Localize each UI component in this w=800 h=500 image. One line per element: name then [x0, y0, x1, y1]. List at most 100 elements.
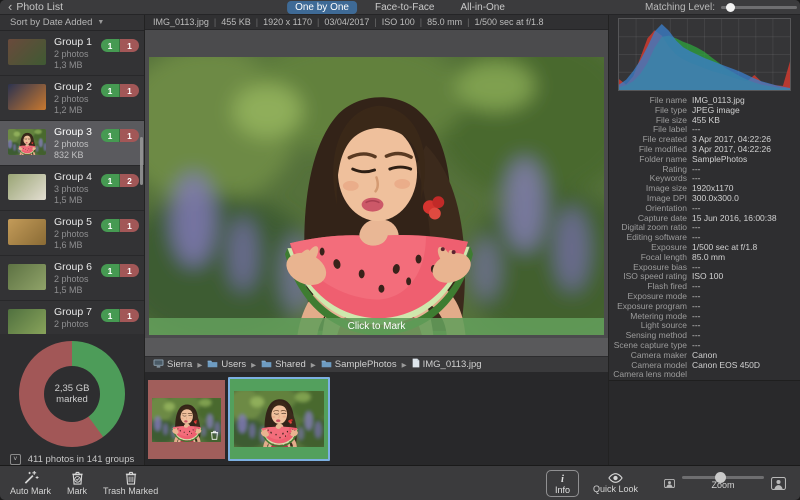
group-row-group-2[interactable]: Group 22 photos 1,2 MB 1 1: [0, 76, 144, 121]
trash-count-badge: 1: [120, 129, 139, 142]
svg-text:i: i: [561, 473, 564, 484]
group-photo-count: 2 photos: [54, 49, 89, 59]
keep-count-badge: 1: [101, 84, 120, 97]
zoom-slider[interactable]: [682, 472, 764, 483]
info-segment: 03/04/2017: [324, 17, 370, 27]
breadcrumb-item-img-0113-jpg[interactable]: IMG_0113.jpg: [412, 358, 482, 371]
info-button[interactable]: i Info: [545, 469, 579, 497]
group-text: Group 62 photos 1,5 MB: [54, 261, 101, 295]
wand-icon: [23, 470, 39, 485]
metadata-label: Camera lens model: [613, 369, 687, 380]
metadata-value: ---: [692, 223, 701, 233]
metadata-value: 3 Apr 2017, 04:22:26: [692, 144, 771, 154]
file-icon: [412, 358, 420, 371]
info-separator: |: [213, 17, 217, 27]
breadcrumb-item-shared[interactable]: Shared: [261, 359, 306, 371]
group-row-group-1[interactable]: Group 12 photos 1,3 MB 1 1: [0, 31, 144, 76]
trash-count-badge: 1: [120, 219, 139, 232]
trash-badge-icon: [210, 430, 219, 440]
metadata-row: Image size 1920x1170: [609, 183, 800, 194]
matching-level-label: Matching Level:: [644, 1, 715, 13]
view-mode-all-in-one[interactable]: All-in-One: [452, 1, 512, 14]
group-thumbnail: [8, 84, 46, 110]
thumbnail-strip: [145, 372, 608, 465]
trash-icon: [124, 470, 138, 485]
info-segment: IMG_0113.jpg: [153, 17, 209, 27]
metadata-value: ---: [692, 164, 701, 174]
group-name: Group 2: [54, 81, 92, 93]
group-row-group-4[interactable]: Group 43 photos 1,5 MB 1 2: [0, 166, 144, 211]
group-row-group-7[interactable]: Group 72 photos 1 1: [0, 301, 144, 334]
zoom-large-image-icon: [771, 476, 786, 490]
info-segment: 85.0 mm: [427, 17, 463, 27]
trash-count-badge: 2: [120, 174, 139, 187]
toolbar-label: Mark: [67, 486, 88, 496]
sort-dropdown[interactable]: Sort by Date Added ▼: [0, 15, 144, 31]
breadcrumb-label: Sierra: [167, 359, 193, 370]
group-thumbnail: [8, 264, 46, 290]
sort-dropdown-label: Sort by Date Added: [10, 17, 93, 28]
breadcrumb-item-sierra[interactable]: Sierra: [153, 358, 193, 371]
keep-count-badge: 1: [101, 129, 120, 142]
view-mode-one-by-one[interactable]: One by One: [287, 0, 357, 14]
info-segment: ISO 100: [381, 17, 415, 27]
zoom-small-image-icon: [664, 478, 675, 488]
back-button[interactable]: ‹ Photo List: [8, 0, 63, 14]
donut-center-label: 2,35 GB marked: [44, 366, 100, 422]
thumbnail-tile-trash[interactable]: [148, 380, 225, 459]
trash-marked-button[interactable]: Trash Marked: [103, 470, 158, 496]
group-size: 1,5 MB: [54, 284, 83, 295]
metadata-value: 1920x1170: [692, 184, 734, 194]
group-photo-count: 2 photos: [54, 139, 89, 149]
keep-count-badge: 1: [101, 309, 120, 322]
trash-count-badge: 1: [120, 264, 139, 277]
preview-pane: IMG_0113.jpg | 455 KB | 1920 x 1170 | 03/04/20…: [145, 15, 608, 465]
info-separator: |: [419, 17, 423, 27]
marked-donut-chart: 2,35 GB marked: [19, 341, 125, 447]
group-badges: 12: [101, 174, 139, 187]
main-photo[interactable]: Click to Mark: [149, 57, 604, 335]
click-to-mark-button[interactable]: Click to Mark: [149, 318, 604, 335]
collapse-checkbox-icon[interactable]: ˅: [9, 454, 21, 465]
folder-icon: [321, 359, 332, 371]
back-chevron-icon: ‹: [8, 0, 13, 14]
info-segment: 1920 x 1170: [263, 17, 312, 27]
group-text: Group 32 photos 832 KB: [54, 126, 101, 160]
group-badges: 11: [101, 264, 139, 277]
mark-button[interactable]: Mark: [67, 470, 87, 496]
view-mode-face-to-face[interactable]: Face-to-Face: [367, 1, 442, 14]
keep-count-badge: 1: [101, 39, 120, 52]
bottom-toolbar: Auto Mark Mark Trash Marked i Info Quick L…: [0, 465, 800, 500]
matching-level-slider[interactable]: [721, 2, 797, 12]
breadcrumb-item-samplephotos[interactable]: SamplePhotos: [321, 359, 397, 371]
metadata-row: Camera lens model: [609, 370, 800, 380]
metadata-value: ---: [692, 331, 701, 341]
group-row-group-3[interactable]: Group 32 photos 832 KB 1 1: [0, 121, 144, 166]
metadata-value: ---: [692, 203, 701, 213]
matching-level-knob[interactable]: [725, 2, 735, 12]
breadcrumb-item-users[interactable]: Users: [207, 359, 246, 371]
metadata-value: ---: [692, 262, 701, 272]
histogram-svg: [619, 19, 790, 90]
metadata-row: Editing software ---: [609, 232, 800, 243]
group-thumbnail: [8, 219, 46, 245]
thumbnail-tile-keep[interactable]: [228, 377, 330, 461]
metadata-value: SamplePhotos: [692, 154, 748, 164]
metadata-row: Keywords ---: [609, 174, 800, 184]
thumbnail-image: [234, 391, 324, 447]
info-panel: File name IMG_0113.jpg File type JPEG image…: [608, 15, 800, 465]
auto-mark-button[interactable]: Auto Mark: [10, 470, 51, 496]
zoom-slider-knob[interactable]: [714, 472, 726, 483]
chevron-down-icon: ▼: [97, 19, 105, 26]
metadata-value: ---: [692, 321, 701, 331]
group-row-group-5[interactable]: Group 52 photos 1,6 MB 1 1: [0, 211, 144, 256]
eye-icon: [608, 473, 623, 483]
quick-look-button[interactable]: Quick Look: [593, 472, 638, 494]
group-badges: 11: [101, 84, 139, 97]
group-name: Group 3: [54, 126, 92, 138]
breadcrumb: Sierra ▶ Users ▶ Shared ▶ SamplePhotos ▶ IMG_011…: [145, 356, 608, 372]
group-row-group-6[interactable]: Group 62 photos 1,5 MB 1 1: [0, 256, 144, 301]
info-separator: |: [316, 17, 320, 27]
group-name: Group 4: [54, 171, 92, 183]
sidebar-scrollbar[interactable]: [140, 137, 143, 185]
